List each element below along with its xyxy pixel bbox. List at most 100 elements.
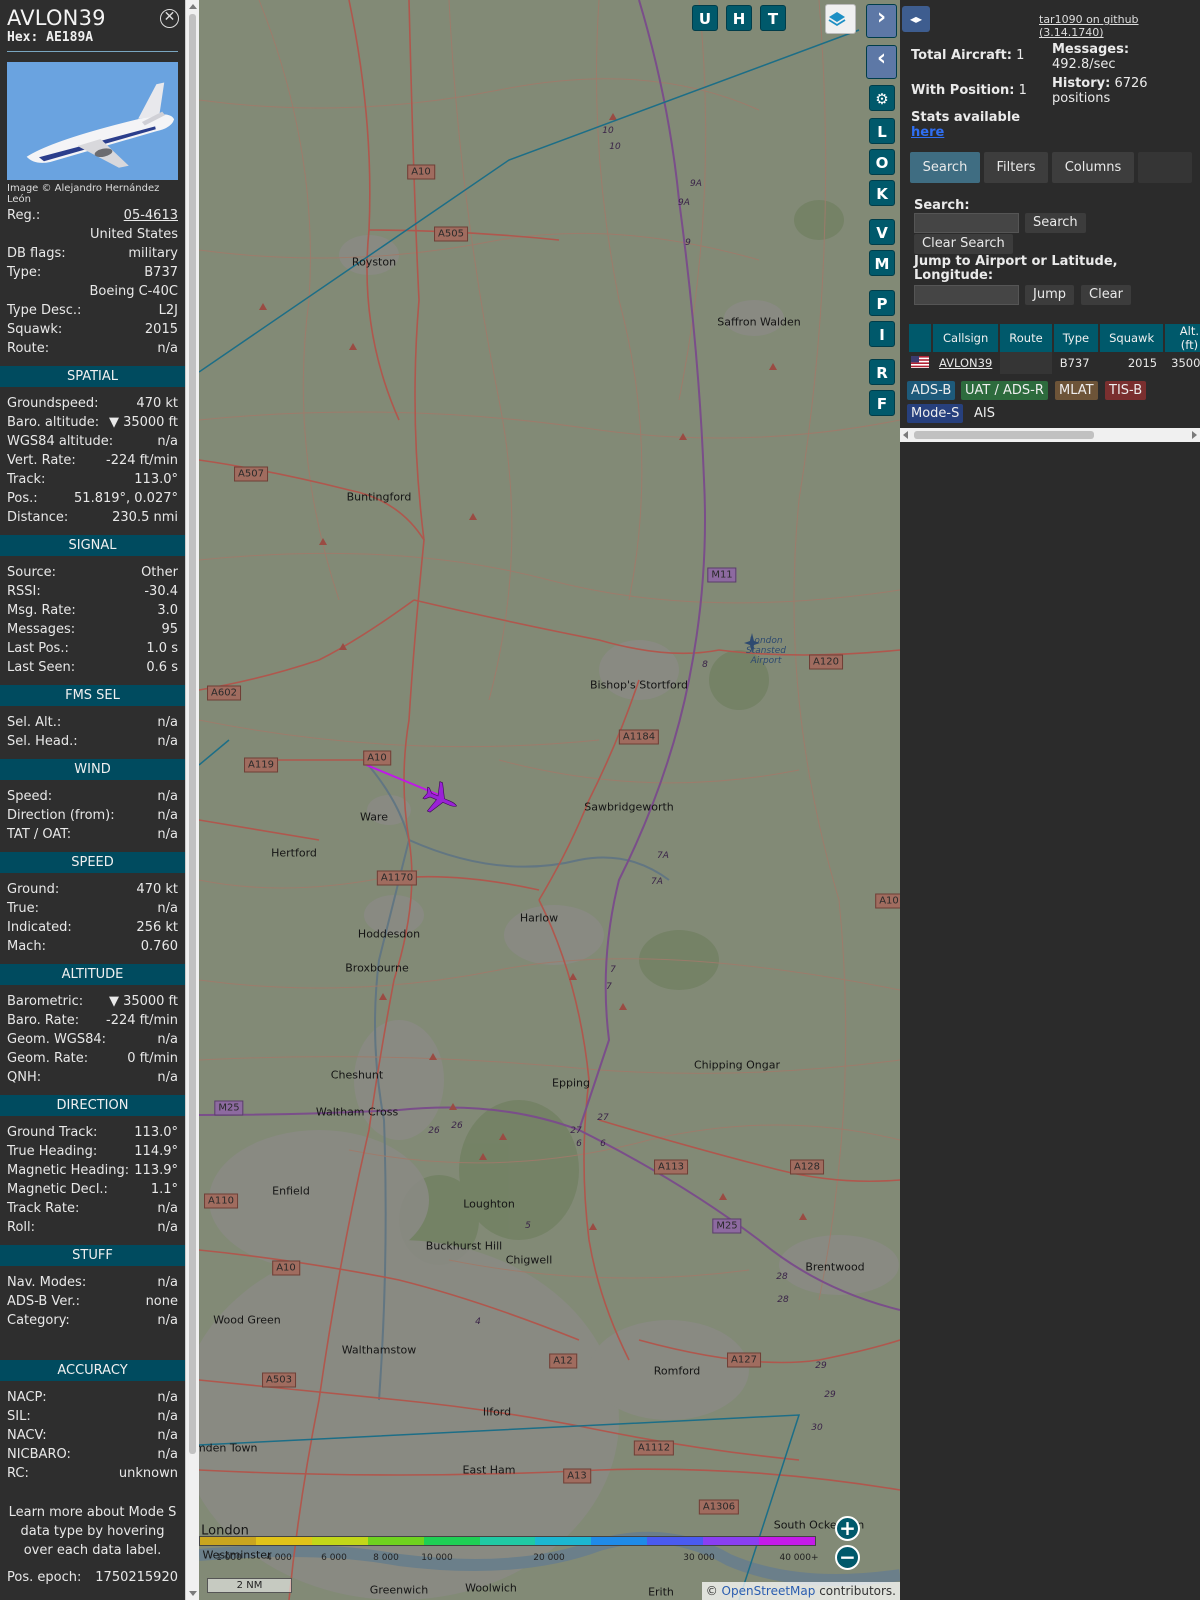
attribution-suffix: contributors. (815, 1584, 896, 1598)
direction-3-label: Magnetic Decl.: (7, 1182, 108, 1197)
column-header[interactable]: Alt. (ft) (1165, 324, 1200, 352)
accuracy-0-value: n/a (157, 1390, 178, 1405)
map-button-m[interactable]: M (869, 250, 895, 276)
info-4-value: Boeing C-40C (89, 284, 179, 299)
section-header-fms-sel: FMS SEL (0, 685, 185, 706)
jump-button[interactable]: Jump (1025, 285, 1074, 305)
signal-1-row: RSSI: -30.4 (0, 582, 185, 601)
altitude-1-row: Baro. Rate: -224 ft/min (0, 1011, 185, 1030)
altitude-2-value: n/a (157, 1032, 178, 1047)
collapse-sidebar-button[interactable]: ‹ (866, 45, 897, 79)
stats-link[interactable]: here (911, 125, 944, 140)
expand-sidebar-button[interactable]: › (866, 4, 897, 38)
tab-search[interactable]: Search (910, 152, 980, 183)
map-button-h[interactable]: H (726, 5, 752, 31)
column-header[interactable]: Type (1053, 324, 1099, 352)
direction-0-label: Ground Track: (7, 1125, 98, 1140)
mode-s-help-note: Learn more about Mode S data type by hov… (8, 1505, 177, 1558)
scroll-down-icon[interactable] (189, 1591, 197, 1596)
search-input[interactable] (914, 213, 1019, 233)
source-filter-uat-ads-r[interactable]: UAT / ADS-R (961, 381, 1048, 400)
signal-5-row: Last Seen: 0.6 s (0, 658, 185, 677)
github-link[interactable]: tar1090 on github (3.14.1740) (1039, 13, 1200, 39)
spatial-0-row: Groundspeed: 470 kt (0, 394, 185, 413)
place-label: Buntingford (346, 490, 412, 504)
map-canvas[interactable]: Royston Saffron Walden Buntingford Bishop's… (199, 0, 900, 1600)
stuff-1-row: ADS-B Ver.: none (0, 1292, 185, 1311)
stuff-0-label: Nav. Modes: (7, 1275, 87, 1290)
zoom-out-button[interactable]: − (835, 1545, 860, 1570)
aircraft-photo[interactable] (7, 62, 178, 180)
column-header[interactable]: Squawk (1100, 324, 1164, 352)
speed-1-value: n/a (157, 901, 178, 916)
toggle-panel-button[interactable]: ◂▸ (902, 6, 930, 32)
layers-icon (828, 12, 846, 27)
map-button-u[interactable]: U (692, 5, 718, 31)
road-shield: A110 (204, 1193, 238, 1209)
map-button-r[interactable]: R (869, 359, 895, 385)
close-details-button[interactable]: ✕ (160, 9, 179, 28)
aircraft-details-panel: AVLON39 Hex: AE189A ✕ Image © Alejandro … (0, 0, 185, 1600)
row-callsign[interactable]: AVLON39 (933, 352, 998, 374)
source-filter-mode-s[interactable]: Mode-S (907, 404, 964, 423)
settings-button[interactable]: ⚙ (869, 85, 895, 111)
attribution-link[interactable]: OpenStreetMap (722, 1584, 816, 1598)
table-row[interactable]: AVLON39 B737 2015 35000 (909, 352, 1200, 374)
with-position-value: 1 (1018, 83, 1027, 98)
source-filter-tis-b[interactable]: TIS-B (1105, 381, 1147, 400)
map-button-l[interactable]: L (869, 118, 895, 144)
spatial-3-row: Vert. Rate: -224 ft/min (0, 451, 185, 470)
info-3-label: Type: (7, 265, 42, 280)
map-button-v[interactable]: V (869, 219, 895, 245)
map-button-t[interactable]: T (760, 5, 786, 31)
chevron-left-icon: ‹ (876, 46, 887, 71)
info-0-value[interactable]: 05-4613 (124, 206, 178, 225)
source-filter-mlat[interactable]: MLAT (1055, 381, 1098, 400)
accuracy-2-row: NACV: n/a (0, 1426, 185, 1445)
direction-2-row: Magnetic Heading: 113.9° (0, 1161, 185, 1180)
map-button-f[interactable]: F (869, 390, 895, 416)
messages-label: Messages: (1052, 42, 1130, 57)
altitude-color-swatch (423, 1537, 480, 1545)
table-horizontal-scrollbar[interactable] (900, 428, 1200, 442)
info-2-label: DB flags: (7, 246, 66, 261)
scroll-up-icon[interactable] (189, 4, 197, 9)
search-button[interactable]: Search (1025, 213, 1086, 233)
column-header[interactable] (909, 324, 931, 352)
road-shield: A1112 (633, 1440, 675, 1456)
map-button-k[interactable]: K (869, 180, 895, 206)
tab-empty[interactable] (1138, 152, 1192, 183)
place-label: Waltham Cross (315, 1105, 399, 1119)
road-shield: M25 (214, 1100, 244, 1116)
layers-button[interactable] (825, 4, 856, 34)
spatial-2-value: n/a (157, 434, 178, 449)
tab-columns[interactable]: Columns (1052, 152, 1134, 183)
map-button-i[interactable]: I (869, 321, 895, 347)
info-1-value: United States (89, 227, 178, 242)
spatial-6-value: 230.5 nmi (112, 510, 178, 525)
zoom-in-button[interactable]: + (835, 1516, 860, 1541)
jump-input[interactable] (914, 285, 1019, 305)
place-label: Brentwood (805, 1260, 865, 1274)
sidebar-scrollbar[interactable] (185, 0, 199, 1600)
info-5-row: Type Desc.: L2J (0, 301, 185, 320)
accuracy-3-row: NICBARO: n/a (0, 1445, 185, 1464)
column-header[interactable]: Callsign (933, 324, 999, 352)
source-filter-ais[interactable]: AIS (970, 404, 999, 423)
altitude-3-row: Geom. Rate: 0 ft/min (0, 1049, 185, 1068)
map-button-p[interactable]: P (869, 290, 895, 316)
map-button-o[interactable]: O (869, 149, 895, 175)
row-squawk: 2015 (1127, 356, 1158, 370)
clear-jump-button[interactable]: Clear (1081, 285, 1131, 305)
spatial-4-row: Track: 113.0° (0, 470, 185, 489)
altitude-4-row: QNH: n/a (0, 1068, 185, 1087)
tab-filters[interactable]: Filters (984, 152, 1048, 183)
source-filter-ads-b[interactable]: ADS-B (907, 381, 956, 400)
stuff-2-row: Category: n/a (0, 1311, 185, 1330)
clear-search-button[interactable]: Clear Search (914, 234, 1013, 254)
road-shield: M25 (712, 1218, 742, 1234)
place-label: Romford (653, 1364, 701, 1378)
scrollbar-thumb[interactable] (189, 14, 196, 1454)
fms-sel-1-label: Sel. Head.: (7, 734, 78, 749)
column-header[interactable]: Route (1000, 324, 1052, 352)
